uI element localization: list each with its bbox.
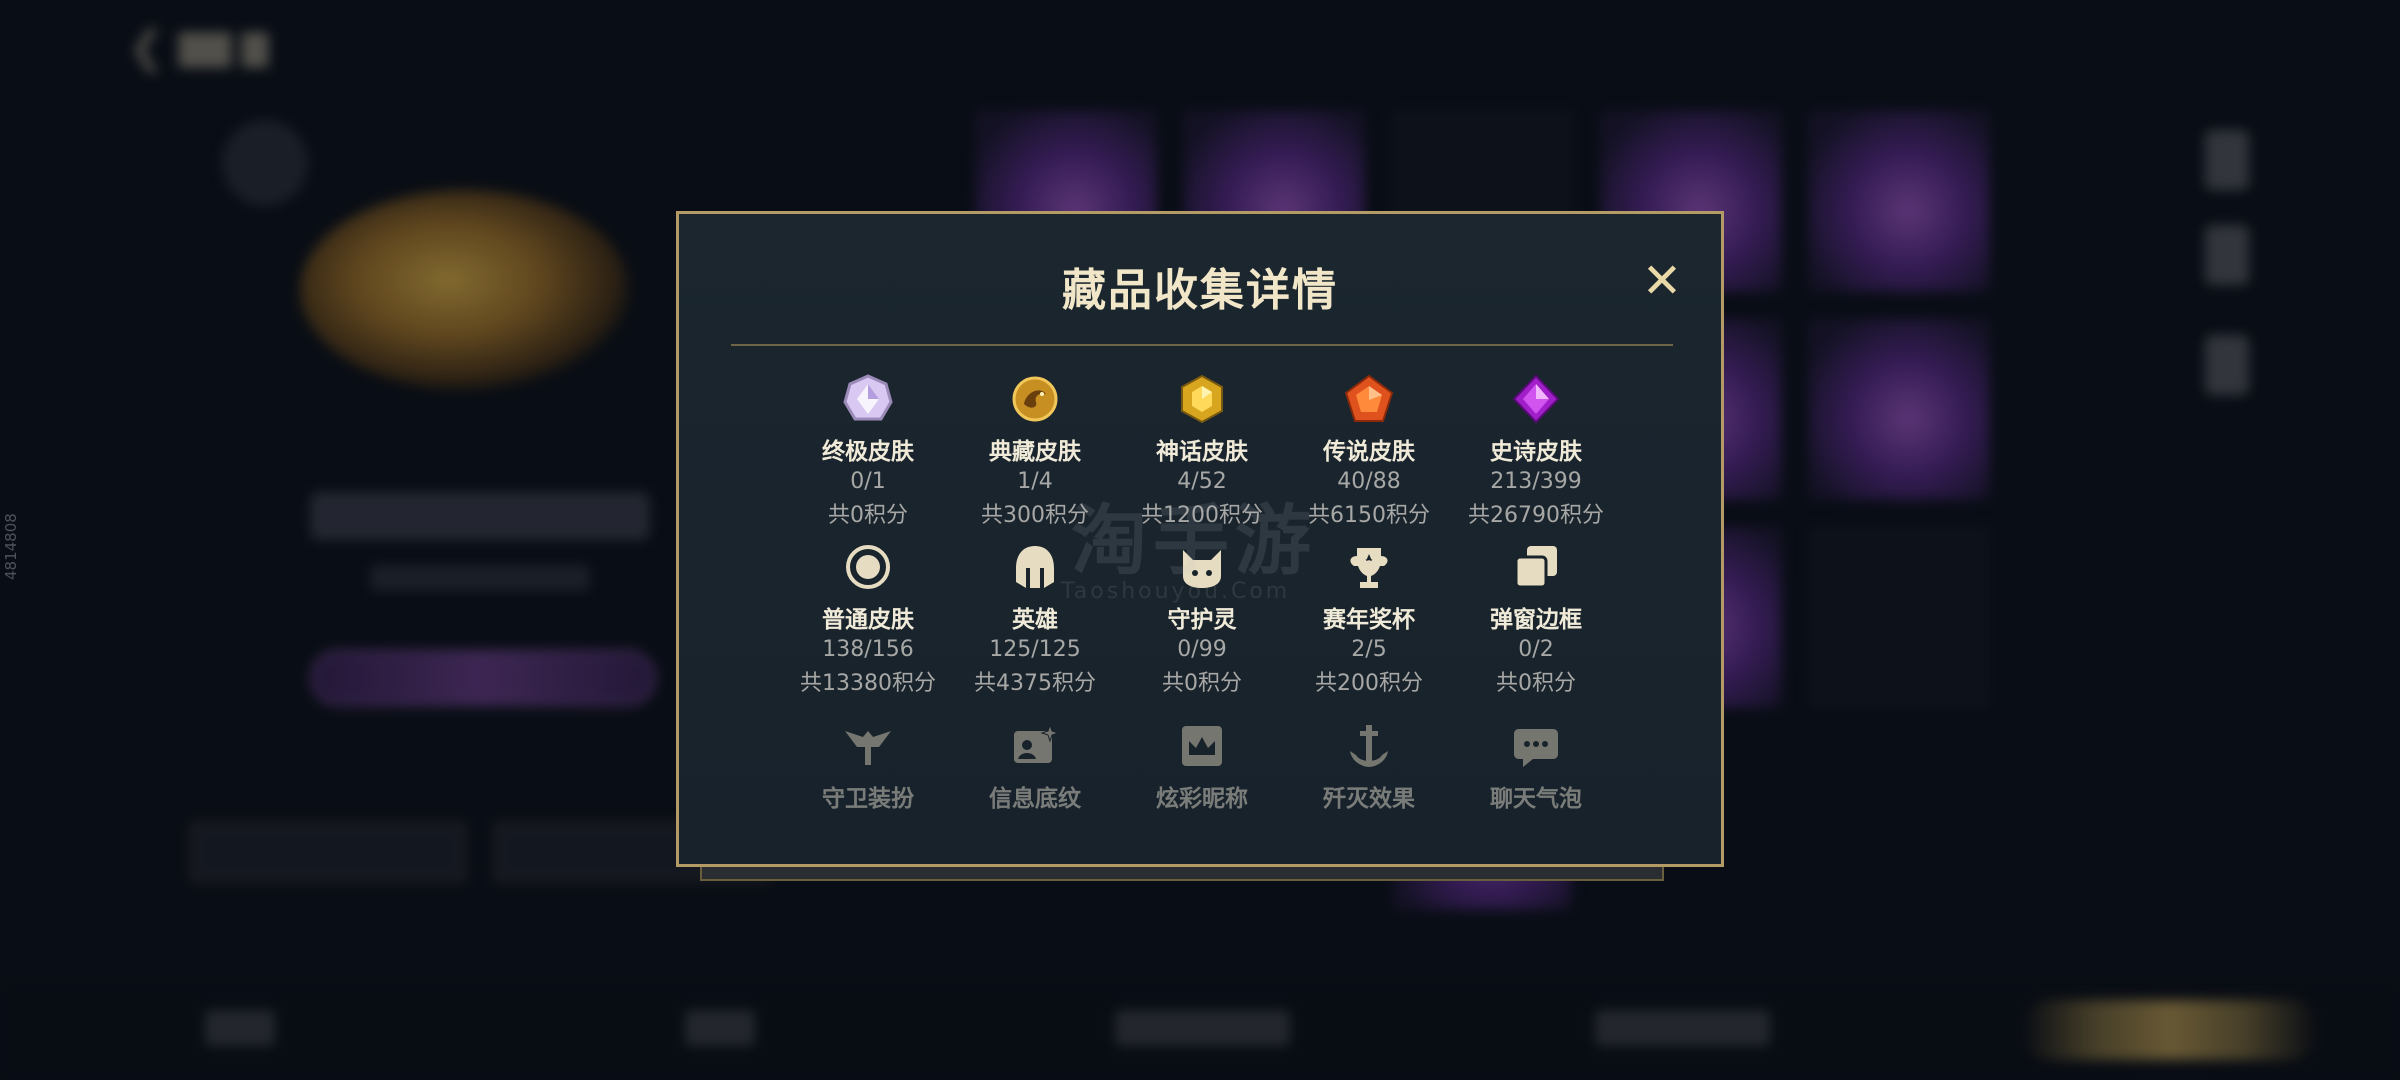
item-name: 信息底纹: [989, 786, 1081, 812]
item-name: 典藏皮肤: [989, 439, 1081, 465]
item-name: 弹窗边框: [1490, 607, 1582, 633]
ultimate-gem-icon: [841, 372, 895, 426]
item-count: 0/99: [1177, 637, 1227, 662]
dialog-title: 藏品收集详情: [1062, 265, 1338, 316]
collection-item-treasure-skin[interactable]: 典藏皮肤 1/4 共300积分: [950, 372, 1120, 529]
anchor-sword-icon: [1342, 719, 1396, 773]
chat-bubble-icon: [1509, 719, 1563, 773]
item-count: 213/399: [1490, 469, 1582, 494]
crown-frame-icon: [1175, 719, 1229, 773]
item-name: 神话皮肤: [1156, 439, 1248, 465]
collection-item-guardian-spirit[interactable]: 守护灵 0/99 共0积分: [1117, 540, 1287, 697]
orange-pentagon-gem-icon: [1342, 372, 1396, 426]
close-icon[interactable]: ✕: [1637, 256, 1687, 306]
card-sparkle-icon: [1008, 719, 1062, 773]
item-count: 4/52: [1177, 469, 1227, 494]
stacked-frames-icon: [1509, 540, 1563, 594]
item-points: 共1200积分: [1141, 503, 1263, 528]
collection-item-colorful-nickname[interactable]: 炫彩昵称: [1117, 719, 1287, 813]
item-count: 2/5: [1351, 637, 1387, 662]
item-name: 炫彩昵称: [1156, 786, 1248, 812]
item-name: 守护灵: [1167, 607, 1237, 633]
collection-item-epic-skin[interactable]: 史诗皮肤 213/399 共26790积分: [1451, 372, 1621, 529]
purple-diamond-gem-icon: [1509, 372, 1563, 426]
side-id-text: 4814808: [2, 513, 20, 580]
item-name: 聊天气泡: [1490, 786, 1582, 812]
item-points: 共13380积分: [800, 671, 936, 696]
item-name: 普通皮肤: [822, 607, 914, 633]
item-points: 共26790积分: [1468, 503, 1604, 528]
collection-item-hero[interactable]: 英雄 125/125 共4375积分: [950, 540, 1120, 697]
item-points: 共0积分: [1162, 671, 1242, 696]
collection-item-normal-skin[interactable]: 普通皮肤 138/156 共13380积分: [783, 540, 953, 697]
item-count: 138/156: [822, 637, 914, 662]
collection-details-dialog: 藏品收集详情 ✕ 终极皮肤 0/1 共0积分 典藏皮肤 1/4 共300积分 神…: [676, 211, 1724, 867]
collection-item-season-trophy[interactable]: 赛年奖杯 2/5 共200积分: [1284, 540, 1454, 697]
collection-item-legend-skin[interactable]: 传说皮肤 40/88 共6150积分: [1284, 372, 1454, 529]
collection-item-kill-effect[interactable]: 歼灭效果: [1284, 719, 1454, 813]
item-name: 英雄: [1012, 607, 1058, 633]
item-count: 1/4: [1017, 469, 1053, 494]
item-name: 传说皮肤: [1323, 439, 1415, 465]
gold-hexagon-gem-icon: [1175, 372, 1229, 426]
collection-item-info-pattern[interactable]: 信息底纹: [950, 719, 1120, 813]
item-points: 共300积分: [981, 503, 1089, 528]
dragon-medallion-icon: [1008, 372, 1062, 426]
item-points: 共200积分: [1315, 671, 1423, 696]
item-points: 共0积分: [828, 503, 908, 528]
item-name: 赛年奖杯: [1323, 607, 1415, 633]
item-name: 终极皮肤: [822, 439, 914, 465]
item-count: 40/88: [1337, 469, 1401, 494]
item-name: 史诗皮肤: [1490, 439, 1582, 465]
collection-item-guard-outfit[interactable]: 守卫装扮: [783, 719, 953, 813]
item-name: 守卫装扮: [822, 786, 914, 812]
title-divider: [731, 344, 1673, 346]
winged-guard-icon: [841, 719, 895, 773]
collection-item-chat-bubble[interactable]: 聊天气泡: [1451, 719, 1621, 813]
ring-circle-icon: [841, 540, 895, 594]
helmet-icon: [1008, 540, 1062, 594]
item-points: 共0积分: [1496, 671, 1576, 696]
item-count: 0/2: [1518, 637, 1554, 662]
collection-item-ultimate-skin[interactable]: 终极皮肤 0/1 共0积分: [783, 372, 953, 529]
item-points: 共4375积分: [974, 671, 1096, 696]
item-count: 0/1: [850, 469, 886, 494]
trophy-icon: [1342, 540, 1396, 594]
spirit-cat-icon: [1175, 540, 1229, 594]
item-name: 歼灭效果: [1323, 786, 1415, 812]
item-points: 共6150积分: [1308, 503, 1430, 528]
collection-item-popup-frame[interactable]: 弹窗边框 0/2 共0积分: [1451, 540, 1621, 697]
collection-item-mythic-skin[interactable]: 神话皮肤 4/52 共1200积分: [1117, 372, 1287, 529]
item-count: 125/125: [989, 637, 1081, 662]
